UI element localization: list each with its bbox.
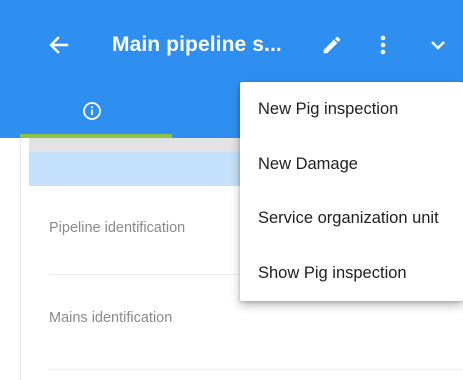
- chevron-down-icon: [431, 41, 445, 50]
- menu-item-new-damage[interactable]: New Damage: [240, 137, 463, 191]
- edit-button[interactable]: [317, 30, 347, 60]
- menu-item-service-organization-unit[interactable]: Service organization unit: [240, 191, 463, 245]
- expand-button[interactable]: [423, 30, 453, 60]
- menu-item-new-pig-inspection[interactable]: New Pig inspection: [240, 82, 463, 136]
- mains-identification-label: Mains identification: [49, 310, 173, 326]
- info-icon: [83, 102, 101, 120]
- overflow-menu: New Pig inspection New Damage Service or…: [240, 82, 463, 301]
- more-vert-icon: [380, 35, 386, 55]
- page-title: Main pipeline s...: [112, 33, 282, 56]
- arrow-back-icon: [49, 36, 69, 54]
- menu-item-show-pig-inspection[interactable]: Show Pig inspection: [240, 246, 463, 300]
- app-bar: Main pipeline s...: [0, 0, 463, 94]
- divider: [49, 369, 463, 370]
- back-button[interactable]: [44, 30, 74, 60]
- pipeline-identification-label: Pipeline identification: [49, 220, 186, 236]
- tab-info[interactable]: [80, 99, 104, 123]
- pencil-icon: [323, 36, 341, 54]
- more-options-button[interactable]: [368, 30, 398, 60]
